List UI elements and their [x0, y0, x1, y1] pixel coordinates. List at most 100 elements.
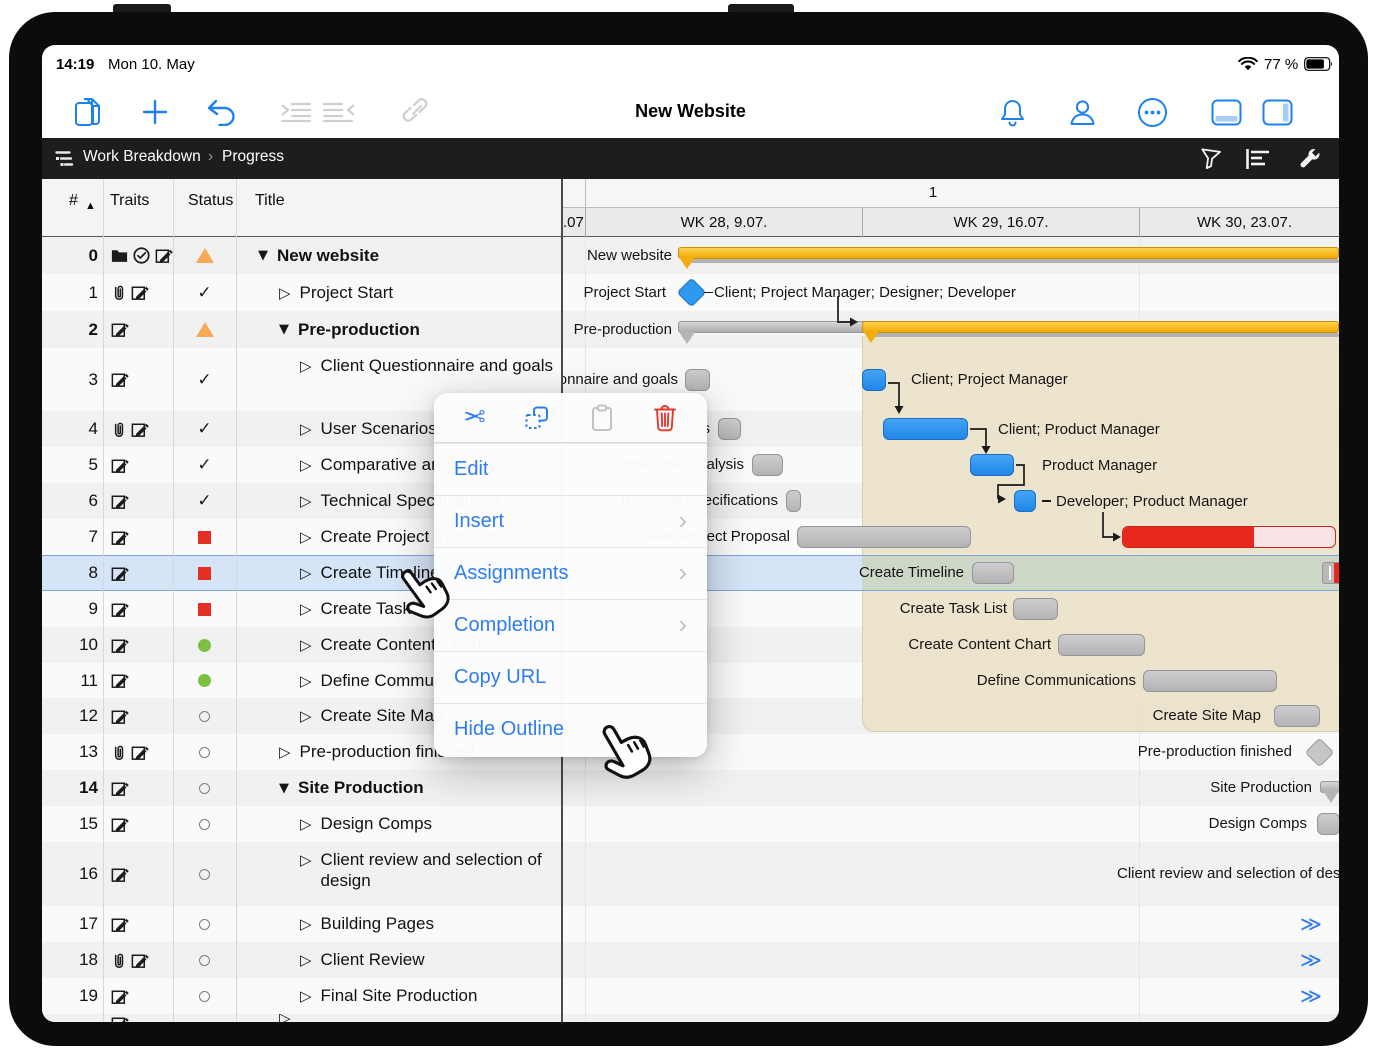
col-header-title[interactable]: Title [255, 192, 285, 210]
gantt-row[interactable] [563, 942, 1339, 978]
task-bar-unscheduled[interactable] [1274, 705, 1320, 727]
disclosure-collapsed-icon[interactable]: ▷ [279, 743, 291, 761]
row-title[interactable]: ▷Project Start [279, 274, 557, 311]
row-title[interactable]: ▷Client review and selection of design [300, 842, 557, 906]
disclosure-collapsed-icon[interactable]: ▷ [300, 636, 312, 654]
note-icon [110, 600, 129, 619]
task-bar-unscheduled[interactable] [1013, 598, 1058, 620]
summary-bar[interactable] [678, 247, 1339, 259]
task-bar-unscheduled[interactable] [1317, 813, 1339, 835]
disclosure-collapsed-icon[interactable]: ▷ [300, 600, 312, 618]
task-bar-unscheduled[interactable] [718, 418, 741, 440]
row-status: ✓ [173, 483, 236, 519]
summary-start-cap [1323, 791, 1339, 803]
task-bar-unscheduled[interactable] [1143, 670, 1277, 692]
assignment-label: Client; Project Manager; Designer; Devel… [714, 274, 1016, 311]
row-title[interactable]: ▷Design Comps [300, 806, 557, 842]
col-header-number[interactable]: # [69, 192, 78, 210]
task-bar-partial[interactable] [1322, 562, 1339, 584]
settings-wrench-icon[interactable] [1296, 145, 1324, 173]
cut-icon[interactable]: ✂ [463, 402, 486, 433]
task-bar-overdue[interactable] [1122, 526, 1336, 548]
disclosure-collapsed-icon[interactable]: ▷ [300, 987, 312, 1005]
note-icon [110, 987, 129, 1006]
menu-item-assignments[interactable]: Assignments› [434, 547, 707, 599]
disclosure-collapsed-icon[interactable]: ▷ [300, 672, 312, 690]
task-bar[interactable] [883, 418, 968, 440]
task-bar[interactable] [862, 369, 886, 391]
task-bar-unscheduled[interactable] [1058, 634, 1145, 656]
disclosure-collapsed-icon[interactable]: ▷ [300, 528, 312, 546]
status-open [199, 711, 210, 722]
disclosure-collapsed-icon[interactable]: ▷ [300, 851, 312, 869]
disclosure-collapsed-icon[interactable]: ▷ [300, 456, 312, 474]
task-bar-unscheduled[interactable] [752, 454, 783, 476]
user-icon[interactable] [1065, 95, 1099, 129]
row-status [173, 519, 236, 555]
disclosure-collapsed-icon[interactable]: ▷ [279, 284, 291, 302]
row-title[interactable]: ▷ [279, 1014, 557, 1022]
disclosure-expanded-icon[interactable]: ▼ [258, 248, 268, 263]
copy-icon[interactable] [523, 404, 551, 432]
offscreen-task-indicator[interactable]: ≫ [1300, 978, 1322, 1014]
disclosure-collapsed-icon[interactable]: ▷ [300, 420, 312, 438]
summary-bar[interactable] [862, 321, 1339, 333]
row-title[interactable]: ▷Building Pages [300, 906, 557, 942]
submenu-chevron-icon: › [678, 611, 687, 637]
row-title[interactable]: ▷Client Review [300, 942, 557, 978]
offscreen-task-indicator[interactable]: ≫ [1300, 906, 1322, 942]
gantt-row[interactable] [563, 978, 1339, 1014]
disclosure-collapsed-icon[interactable]: ▷ [300, 707, 312, 725]
breadcrumb-sub[interactable]: Progress [222, 148, 284, 166]
menu-item-insert[interactable]: Insert› [434, 495, 707, 547]
notifications-bell-icon[interactable] [995, 95, 1029, 129]
outline-view-icon[interactable] [52, 145, 80, 173]
row-title[interactable]: ▼New website [258, 237, 557, 274]
note-icon [130, 743, 149, 762]
right-panel-icon[interactable] [1260, 95, 1294, 129]
col-header-traits[interactable]: Traits [110, 192, 149, 210]
row-title[interactable]: ▷ Final Site Production [300, 978, 557, 1014]
disclosure-collapsed-icon[interactable]: ▷ [279, 1014, 291, 1022]
disclosure-collapsed-icon[interactable]: ▷ [300, 492, 312, 510]
task-bar[interactable] [1014, 490, 1036, 512]
row-number: 2 [42, 311, 98, 348]
status-red [198, 603, 211, 616]
offscreen-task-indicator[interactable]: ≫ [1300, 942, 1322, 978]
summary-bar-baseline[interactable] [678, 321, 878, 333]
breadcrumb-view[interactable]: Work Breakdown [83, 148, 201, 166]
menu-item-completion[interactable]: Completion› [434, 599, 707, 651]
task-bar-unscheduled[interactable] [797, 526, 971, 548]
outline-levels-icon[interactable] [1244, 145, 1272, 173]
task-bar[interactable] [970, 454, 1014, 476]
note-icon [110, 456, 129, 475]
menu-item-copy-url[interactable]: Copy URL› [434, 651, 707, 703]
disclosure-collapsed-icon[interactable]: ▷ [300, 357, 312, 375]
paperclip-icon [110, 743, 127, 762]
status-open [199, 819, 210, 830]
bottom-panel-icon[interactable] [1209, 95, 1243, 129]
disclosure-expanded-icon[interactable]: ▼ [279, 781, 289, 796]
disclosure-collapsed-icon[interactable]: ▷ [300, 564, 312, 582]
note-icon [110, 636, 129, 655]
task-bar-unscheduled[interactable] [786, 490, 801, 512]
delete-trash-icon[interactable] [652, 403, 678, 432]
task-bar-unscheduled[interactable] [685, 369, 710, 391]
col-header-status[interactable]: Status [188, 192, 233, 210]
row-title[interactable]: ▼Site Production [279, 770, 557, 806]
row-traits [110, 734, 149, 770]
disclosure-collapsed-icon[interactable]: ▷ [300, 951, 312, 969]
gantt-row[interactable] [563, 906, 1339, 942]
menu-item-hide-outline[interactable]: Hide Outline› [434, 703, 707, 755]
row-title[interactable]: ▼Pre-production [279, 311, 557, 348]
task-bar-unscheduled[interactable] [972, 562, 1014, 584]
gantt-row[interactable] [563, 1014, 1339, 1022]
row-traits [110, 555, 129, 591]
task-title: Final Site Production [321, 985, 478, 1006]
more-ellipsis-icon[interactable] [1135, 95, 1169, 129]
menu-item-edit[interactable]: Edit› [434, 443, 707, 495]
filter-icon[interactable] [1196, 145, 1224, 173]
disclosure-collapsed-icon[interactable]: ▷ [300, 915, 312, 933]
disclosure-collapsed-icon[interactable]: ▷ [300, 815, 312, 833]
disclosure-expanded-icon[interactable]: ▼ [279, 322, 289, 337]
